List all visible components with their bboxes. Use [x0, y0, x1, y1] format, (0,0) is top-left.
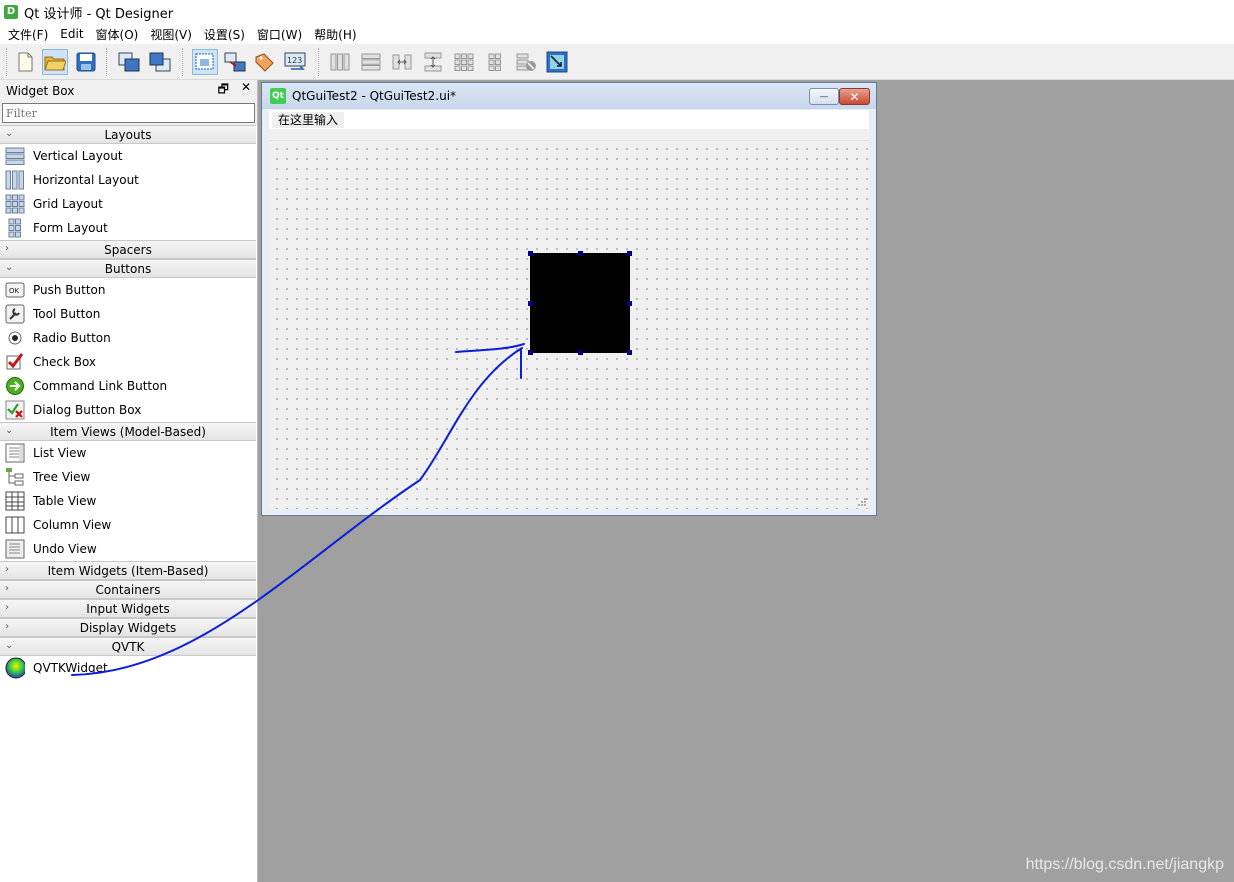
watermark-text: https://blog.csdn.net/jiangkp: [1025, 856, 1224, 873]
drag-annotation-arrow: [71, 343, 525, 676]
